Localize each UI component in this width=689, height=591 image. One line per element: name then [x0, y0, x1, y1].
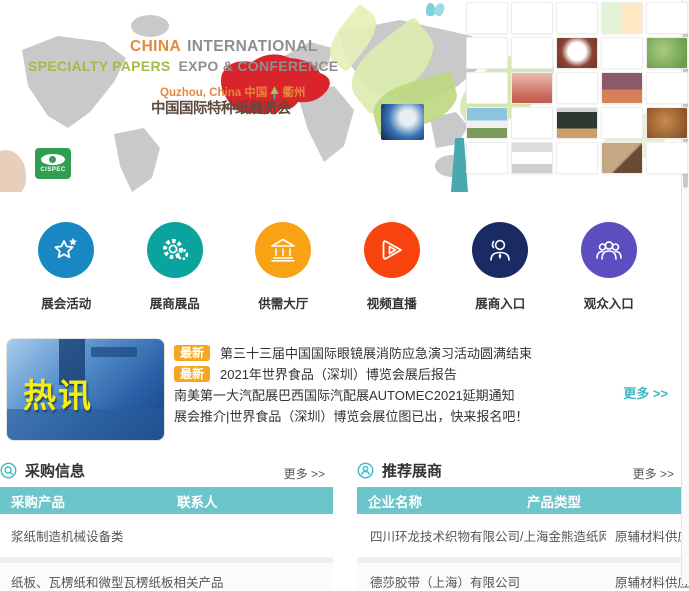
- purchase-product-cell: 纸板、瓦楞纸和微型瓦楞纸板相关产品: [11, 572, 224, 591]
- purchase-section-title: 采购信息: [25, 460, 85, 481]
- collage-tile: [556, 2, 598, 34]
- news-more-link[interactable]: 更多 >>: [623, 383, 668, 402]
- quick-nav: 展会活动 展商展品 供需大厅: [0, 222, 675, 312]
- exhibitors-section-title: 推荐展商: [382, 460, 442, 481]
- column-header: 产品类型: [527, 491, 581, 511]
- exhibitors-section-header: 推荐展商 更多 >>: [357, 459, 682, 481]
- page: CHINAINTERNATIONAL SPECIALTY PAPERSEXPO …: [0, 0, 689, 584]
- exhibitor-type-cell: 原辅材料供应商: [615, 572, 689, 591]
- news-item-text: 2021年世界食品（深圳）博览会展后报告: [220, 364, 457, 383]
- collage-tile: [466, 142, 508, 174]
- banner-title-china: CHINA: [130, 38, 181, 55]
- collage-photo-leaves: [646, 37, 688, 69]
- purchase-section-header: 采购信息 更多 >>: [0, 459, 333, 481]
- collage-tile: [601, 37, 643, 69]
- new-badge: 最新: [174, 345, 210, 361]
- nav-item-expo-activities[interactable]: 展会活动: [14, 222, 118, 312]
- collage-photo-book: [556, 107, 598, 139]
- collage-photo-honeycomb: [646, 107, 688, 139]
- exhibitor-type-cell: 原辅材料供应商: [615, 526, 689, 545]
- purchase-table-header: 采购产品 联系人: [0, 487, 333, 514]
- bank-icon: [255, 222, 311, 278]
- purchase-search-icon: [0, 462, 17, 479]
- purchase-product-cell: 浆纸制造机械设备类: [11, 526, 124, 545]
- nav-item-live-video[interactable]: 视频直播: [340, 222, 444, 312]
- table-row[interactable]: 德莎胶带（上海）有限公司 原辅材料供应商: [357, 563, 682, 589]
- collage-photo-folded-paper: [556, 37, 598, 69]
- news-item-text: 第三十三届中国国际眼镜展消防应急演习活动圆满结束: [220, 343, 532, 362]
- nav-label: 供需大厅: [231, 293, 335, 312]
- nav-label: 观众入口: [557, 293, 661, 312]
- collage-tile: [466, 2, 508, 34]
- news-item[interactable]: 最新 2021年世界食品（深圳）博览会展后报告: [174, 364, 644, 383]
- banner-title-expo-conference: EXPO & CONFERENCE: [179, 58, 339, 74]
- nav-item-supply-demand-hall[interactable]: 供需大厅: [231, 222, 335, 312]
- collage-tile: [511, 2, 553, 34]
- collage-tile: [466, 37, 508, 69]
- new-badge: 最新: [174, 366, 210, 382]
- column-header: 联系人: [177, 491, 218, 511]
- nav-label: 展商入口: [448, 293, 552, 312]
- purchase-info-section: 采购信息 更多 >> 采购产品 联系人 浆纸制造机械设备类 纸板、瓦楞纸和微型瓦…: [0, 455, 333, 584]
- collage-tile: [511, 37, 553, 69]
- column-header: 企业名称: [368, 491, 422, 511]
- collage-photo-juice-boxes: [601, 2, 643, 34]
- nav-item-visitor-entrance[interactable]: 观众入口: [557, 222, 661, 312]
- cispec-logo: CISPEC: [35, 148, 71, 179]
- nav-label: 视频直播: [340, 293, 444, 312]
- gears-icon: [147, 222, 203, 278]
- play-icon: [364, 222, 420, 278]
- audience-group-icon: [581, 222, 637, 278]
- collage-photo-jet-engine: [381, 104, 424, 140]
- collage-tile: [556, 72, 598, 104]
- exhibitors-table-header: 企业名称 产品类型: [357, 487, 682, 514]
- table-row[interactable]: 四川环龙技术织物有限公司/上海金熊造纸网毯有限公司 原辅材料供应商: [357, 514, 682, 557]
- collage-tile: [601, 107, 643, 139]
- collage-photo-banknotes: [511, 72, 553, 104]
- exhibitor-person-icon: [472, 222, 528, 278]
- table-row[interactable]: 浆纸制造机械设备类: [0, 514, 333, 557]
- collage-photo-train: [466, 107, 508, 139]
- cispec-logo-eye-icon: [41, 154, 65, 165]
- news-item[interactable]: 最新 第三十三届中国国际眼镜展消防应急演习活动圆满结束: [174, 343, 644, 362]
- collage-photo-hand-card: [601, 142, 643, 174]
- nav-item-exhibitor-entrance[interactable]: 展商入口: [448, 222, 552, 312]
- cispec-logo-text: CISPEC: [40, 167, 65, 173]
- banner-title-en-line2: SPECIALTY PAPERS EXPO & CONFERENCE: [28, 58, 338, 74]
- news-item-text: 南美第一大汽配展巴西国际汽配展AUTOMEC2021延期通知: [174, 385, 515, 404]
- nav-label: 展商展品: [123, 293, 227, 312]
- machinery-decoration: [91, 347, 137, 357]
- column-header: 采购产品: [11, 491, 65, 511]
- exhibitor-name-cell: 四川环龙技术织物有限公司/上海金熊造纸网毯有限公司: [370, 526, 606, 545]
- recommended-exhibitors-section: 推荐展商 更多 >> 企业名称 产品类型 四川环龙技术织物有限公司/上海金熊造纸…: [357, 455, 682, 584]
- banner: CHINAINTERNATIONAL SPECIALTY PAPERSEXPO …: [0, 0, 689, 192]
- news-item[interactable]: 展会推介|世界食品（深圳）博览会展位图已出，快来报名吧！: [174, 406, 644, 425]
- collage-photo-cupcakes: [601, 72, 643, 104]
- collage-tile: [646, 2, 688, 34]
- hot-news-label: 热讯: [23, 369, 93, 417]
- collage-tile: [646, 142, 688, 174]
- collage-tile: [646, 72, 688, 104]
- news-section: 热讯 最新 第三十三届中国国际眼镜展消防应急演习活动圆满结束 最新 2021年世…: [6, 338, 676, 442]
- news-list: 最新 第三十三届中国国际眼镜展消防应急演习活动圆满结束 最新 2021年世界食品…: [174, 343, 644, 425]
- collage-tile: [466, 72, 508, 104]
- photo-collage: [466, 2, 688, 174]
- collage-photo-machine: [511, 142, 553, 174]
- banner-title-specialty-papers: SPECIALTY PAPERS: [28, 58, 171, 74]
- star-icon: [38, 222, 94, 278]
- exhibitor-name-cell: 德莎胶带（上海）有限公司: [370, 572, 520, 591]
- banner-title-cn: 中国国际特种纸展览会: [151, 97, 291, 118]
- table-row[interactable]: 纸板、瓦楞纸和微型瓦楞纸板相关产品: [0, 563, 333, 589]
- purchase-more-link[interactable]: 更多 >>: [284, 465, 325, 482]
- news-item[interactable]: 南美第一大汽配展巴西国际汽配展AUTOMEC2021延期通知: [174, 385, 644, 404]
- hot-news-thumbnail[interactable]: 热讯: [6, 338, 165, 441]
- news-item-text: 展会推介|世界食品（深圳）博览会展位图已出，快来报名吧！: [174, 406, 528, 425]
- exhibitors-more-link[interactable]: 更多 >>: [633, 465, 674, 482]
- butterfly-icon: [426, 3, 444, 17]
- exhibitors-person-icon: [357, 462, 374, 479]
- collage-tile: [511, 107, 553, 139]
- nav-item-exhibits[interactable]: 展商展品: [123, 222, 227, 312]
- collage-tile: [556, 142, 598, 174]
- nav-label: 展会活动: [14, 293, 118, 312]
